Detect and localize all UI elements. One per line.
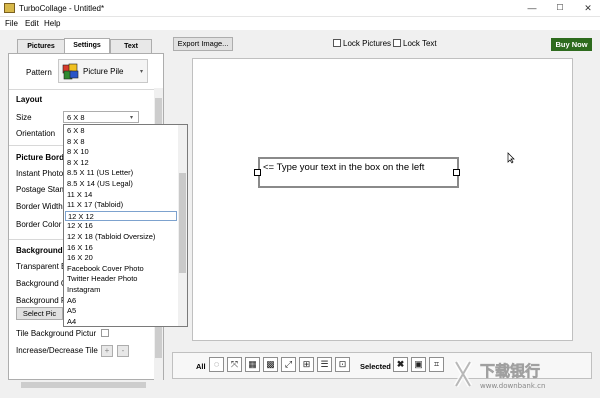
size-value: 6 X 8 xyxy=(67,113,85,122)
dropdown-option[interactable]: A5 xyxy=(67,306,177,317)
window-title: TurboCollage - Untitled* xyxy=(19,4,105,13)
tab-pictures[interactable]: Pictures xyxy=(17,39,65,53)
resize-handle-right[interactable] xyxy=(453,169,460,176)
shuffle-icon[interactable]: ◌ xyxy=(209,357,224,372)
selected-label: Selected xyxy=(360,362,391,371)
postage-stamp-label: Postage Stam xyxy=(16,185,67,194)
dropdown-option[interactable]: 16 X 16 xyxy=(67,243,177,254)
pattern-label: Pattern xyxy=(26,68,52,77)
dropdown-option[interactable]: A6 xyxy=(67,296,177,307)
pattern-value: Picture Pile xyxy=(83,67,124,76)
select-picture-button[interactable]: Select Pic xyxy=(16,307,63,320)
app-window: TurboCollage - Untitled* — ☐ ✕ File Edit… xyxy=(0,0,600,398)
align-icon[interactable]: ☰ xyxy=(317,357,332,372)
layout-header: Layout xyxy=(16,95,43,104)
menu-file[interactable]: File xyxy=(5,19,18,28)
picture-border-header: Picture Borde xyxy=(16,153,69,162)
all-label: All xyxy=(196,362,206,371)
scrollbar-thumb[interactable] xyxy=(21,382,146,388)
dropdown-option[interactable]: 16 X 20 xyxy=(67,253,177,264)
border-color-label: Border Color xyxy=(16,220,62,229)
size-dropdown-list[interactable]: 6 X 88 X 88 X 10 8 X 12 8.5 X 11 (US Lette… xyxy=(63,124,188,327)
dropdown-option[interactable]: 11 X 17 (Tabloid) xyxy=(67,200,177,211)
lock-text-label: Lock Text xyxy=(403,39,437,48)
tab-settings[interactable]: Settings xyxy=(64,38,110,54)
increase-decrease-label: Increase/Decrease Tile xyxy=(16,346,98,355)
menu-bar: File Edit Help xyxy=(0,17,600,30)
dropdown-scrollbar[interactable] xyxy=(178,125,187,326)
pattern-selector[interactable]: Picture Pile ▾ xyxy=(58,59,148,83)
fit-icon[interactable]: ⊞ xyxy=(299,357,314,372)
buy-now-button[interactable]: Buy Now xyxy=(551,38,592,51)
dropdown-option[interactable]: 8 X 12 xyxy=(67,158,177,169)
menu-edit[interactable]: Edit xyxy=(25,19,39,28)
maximize-button[interactable]: ☐ xyxy=(553,2,567,14)
crop-icon[interactable]: ⌗ xyxy=(429,357,444,372)
instant-photo-label: Instant Photo xyxy=(16,169,64,178)
chevron-down-icon: ▾ xyxy=(140,69,144,75)
dropdown-option[interactable]: 12 X 12 xyxy=(65,210,177,222)
increase-tile-button[interactable]: + xyxy=(101,345,113,357)
lock-text-checkbox[interactable] xyxy=(393,39,401,47)
export-image-button[interactable]: Export Image... xyxy=(173,37,233,51)
dropdown-option[interactable]: 8.5 X 14 (US Legal) xyxy=(67,179,177,190)
app-icon xyxy=(4,3,15,13)
background-header: Background xyxy=(16,246,63,255)
close-button[interactable]: ✕ xyxy=(581,2,595,14)
delete-icon[interactable]: ✖ xyxy=(393,357,408,372)
lock-pictures-label: Lock Pictures xyxy=(343,39,392,48)
tab-text[interactable]: Text xyxy=(110,39,152,53)
dropdown-option[interactable]: 11 X 14 xyxy=(67,190,177,201)
dropdown-option[interactable]: 8.5 X 11 (US Letter) xyxy=(67,168,177,179)
lock-pictures-checkbox[interactable] xyxy=(333,39,341,47)
menu-help[interactable]: Help xyxy=(44,19,60,28)
scatter-icon[interactable]: ⤧ xyxy=(227,357,242,372)
mouse-cursor-icon xyxy=(507,152,515,164)
tile-background-checkbox[interactable] xyxy=(101,329,109,337)
size-label: Size xyxy=(16,113,32,122)
tile-background-label: Tile Background Pictur xyxy=(16,329,97,338)
tiles-icon[interactable]: ▩ xyxy=(263,357,278,372)
border-width-label: Border Width xyxy=(16,202,63,211)
dropdown-option[interactable]: 8 X 10 xyxy=(67,147,177,158)
orientation-label: Orientation xyxy=(16,129,56,138)
dropdown-option[interactable]: Facebook Cover Photo xyxy=(67,264,177,275)
downbank-watermark-logo: 下载银行 www.downbank.cn xyxy=(453,360,545,390)
watermark-url: www.downbank.cn xyxy=(480,382,545,390)
transparent-background-label: Transparent B xyxy=(16,262,67,271)
dropdown-option[interactable]: 8 X 8 xyxy=(67,137,177,148)
expand-icon[interactable]: ⤢ xyxy=(281,357,296,372)
resize-handle-left[interactable] xyxy=(254,169,261,176)
horizontal-scrollbar[interactable] xyxy=(6,380,164,390)
dropdown-option[interactable]: A4 xyxy=(67,317,177,326)
dropdown-option[interactable]: 6 X 8 xyxy=(67,126,177,137)
divider xyxy=(9,89,156,90)
background-picture-label: Background P xyxy=(16,296,67,305)
grid-icon[interactable]: ▦ xyxy=(245,357,260,372)
collage-text-box[interactable]: <= Type your text in the box on the left xyxy=(258,157,459,188)
dropdown-option[interactable]: 12 X 18 (Tabloid Oversize) xyxy=(67,232,177,243)
dropdown-option[interactable]: Twitter Header Photo xyxy=(67,274,177,285)
title-bar: TurboCollage - Untitled* — ☐ ✕ xyxy=(0,0,600,17)
chevron-down-icon: ▾ xyxy=(130,115,134,121)
size-select[interactable]: 6 X 8 ▾ xyxy=(63,111,139,123)
dropdown-option[interactable]: Instagram xyxy=(67,285,177,296)
scrollbar-thumb[interactable] xyxy=(179,173,186,273)
collage-canvas[interactable] xyxy=(192,58,573,341)
image-icon[interactable]: ▣ xyxy=(411,357,426,372)
minimize-button[interactable]: — xyxy=(525,2,539,14)
picture-pile-icon xyxy=(62,63,79,80)
background-color-label: Background C xyxy=(16,279,67,288)
text-size-icon[interactable]: ⊡ xyxy=(335,357,350,372)
dropdown-option[interactable]: 12 X 16 xyxy=(67,221,177,232)
watermark-text: 下载银行 xyxy=(480,362,540,380)
decrease-tile-button[interactable]: - xyxy=(117,345,129,357)
text-box-content: <= Type your text in the box on the left xyxy=(263,162,425,173)
